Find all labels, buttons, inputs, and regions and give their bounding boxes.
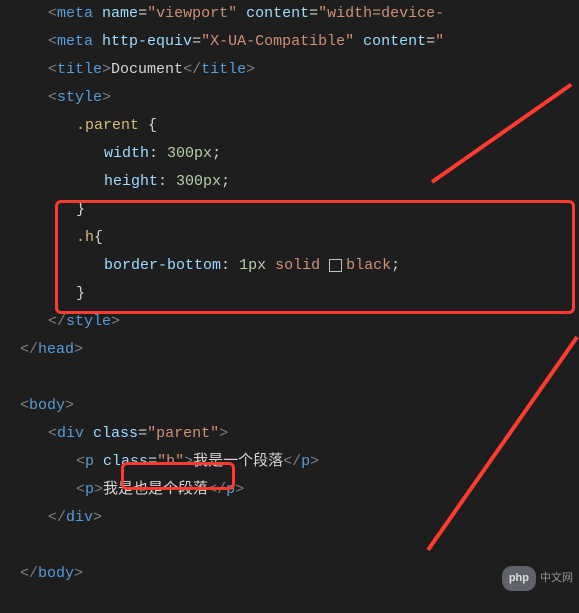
code-line: border-bottom: 1px solid black; bbox=[20, 252, 579, 280]
css-property: height bbox=[104, 168, 158, 197]
attr-value: "width=device- bbox=[318, 0, 444, 28]
code-line: .h{ bbox=[20, 224, 579, 252]
paragraph-text: 我是一个段落 bbox=[193, 448, 283, 477]
code-editor: <meta name="viewport" content="width=dev… bbox=[0, 0, 579, 588]
css-selector: .parent bbox=[76, 112, 139, 141]
css-property: border-bottom bbox=[104, 252, 221, 281]
code-line: <p>我是也是个段落</p> bbox=[20, 476, 579, 504]
watermark-badge: php bbox=[502, 566, 536, 591]
code-line: </div> bbox=[20, 504, 579, 532]
code-line: </head> bbox=[20, 336, 579, 364]
css-property: width bbox=[104, 140, 149, 169]
code-line: <meta name="viewport" content="width=dev… bbox=[20, 0, 579, 28]
watermark: php 中文网 bbox=[502, 566, 573, 591]
attr-value: "parent" bbox=[147, 420, 219, 449]
attr-value: "viewport" bbox=[147, 0, 237, 28]
attr: name bbox=[102, 0, 138, 28]
css-selector: .h bbox=[76, 224, 94, 253]
attr: content bbox=[246, 0, 309, 28]
code-line: <style> bbox=[20, 84, 579, 112]
css-value: 300px bbox=[176, 168, 221, 197]
title-text: Document bbox=[111, 56, 183, 85]
code-line: } bbox=[20, 196, 579, 224]
code-line: <body> bbox=[20, 392, 579, 420]
code-line: <meta http-equiv="X-UA-Compatible" conte… bbox=[20, 28, 579, 56]
bracket: < bbox=[48, 0, 57, 28]
blank-line bbox=[20, 364, 579, 392]
watermark-text: 中文网 bbox=[540, 568, 573, 589]
color-swatch-icon bbox=[329, 259, 342, 272]
code-line: } bbox=[20, 280, 579, 308]
css-value: 300px bbox=[167, 140, 212, 169]
code-line: </body> bbox=[20, 560, 579, 588]
code-line: height: 300px; bbox=[20, 168, 579, 196]
code-line: </style> bbox=[20, 308, 579, 336]
code-line: <div class="parent"> bbox=[20, 420, 579, 448]
code-line: width: 300px; bbox=[20, 140, 579, 168]
paragraph-text: 我是也是个段落 bbox=[103, 476, 208, 505]
attr-value: "h" bbox=[157, 448, 184, 477]
tag: meta bbox=[57, 0, 93, 28]
code-line: <title>Document</title> bbox=[20, 56, 579, 84]
blank-line bbox=[20, 532, 579, 560]
